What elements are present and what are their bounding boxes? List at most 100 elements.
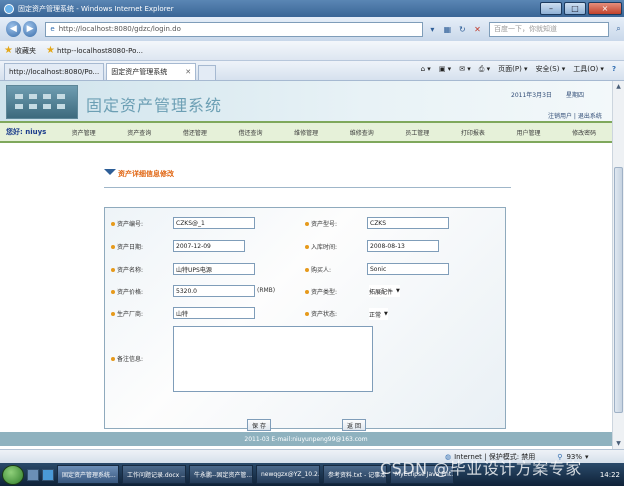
task-ie[interactable]: 固定资产管理系统... (57, 465, 119, 484)
asset-model-field[interactable]: CZKS (367, 217, 449, 229)
menu-repair-query[interactable]: 维修查询 (334, 128, 390, 137)
home-icon[interactable]: ⌂ ▾ (421, 65, 431, 73)
search-input[interactable]: 百度一下，你就知道 (488, 21, 609, 37)
scroll-up-icon[interactable]: ▲ (613, 81, 624, 92)
tab-localhost[interactable]: http://localhost:8080/Po... (4, 63, 105, 80)
asset-edit-form: 资产编号: CZKS@_1 资产型号: CZKS 资产日期: 2007-12-0… (104, 207, 506, 431)
page-menu[interactable]: 页面(P) ▾ (498, 64, 527, 74)
scroll-down-icon[interactable]: ▼ (613, 438, 624, 449)
vendor-label: 生产厂商: (111, 309, 143, 318)
task-word[interactable]: 工作问题记录.docx ... (122, 465, 186, 484)
vendor-field[interactable]: 山特 (173, 307, 255, 319)
store-date-field[interactable]: 2008-08-13 (367, 240, 439, 252)
type-select[interactable]: 拓展配件 ▼ (369, 285, 400, 297)
ie-logo-icon (4, 3, 14, 14)
tab-close-icon[interactable]: ✕ (185, 68, 191, 76)
refresh-icon[interactable]: ↻ (457, 23, 468, 35)
quicklaunch-desktop-icon[interactable] (27, 468, 39, 481)
status-select[interactable]: 正常 ▼ (369, 308, 388, 320)
close-button[interactable]: × (588, 2, 622, 15)
system-tray: 14:22 (600, 466, 620, 483)
chevron-down-icon: ▼ (396, 288, 400, 294)
web-page: 固定资产管理系统 2011年3月3日 星期四 注销用户 | 退出系统 您好: n… (0, 81, 624, 449)
chevron-down-icon: ▼ (384, 311, 388, 317)
asset-date-field[interactable]: 2007-12-09 (173, 240, 245, 252)
status-select-value: 正常 (369, 311, 382, 319)
task-doc[interactable]: 牛永鹏--固定资产管... (189, 465, 253, 484)
back-nav-icon[interactable]: ◀ (6, 21, 21, 37)
tab-label: 固定资产管理系统 (111, 68, 168, 76)
asset-model-label: 资产型号: (305, 219, 337, 228)
asset-date-label: 资产日期: (111, 242, 143, 251)
save-button[interactable]: 保 存 (247, 419, 271, 431)
chevron-down-icon[interactable]: ▾ (585, 453, 589, 461)
tab-asset-system[interactable]: 固定资产管理系统 ✕ (106, 63, 197, 80)
menu-asset-manage[interactable]: 资产管理 (56, 128, 112, 137)
star-icon: ★ (4, 45, 13, 56)
forward-nav-icon[interactable]: ▶ (22, 21, 38, 37)
asset-no-field[interactable]: CZKS@_1 (173, 217, 255, 229)
header-links[interactable]: 注销用户 | 退出系统 (548, 111, 602, 120)
section-divider (104, 187, 511, 188)
safety-menu[interactable]: 安全(S) ▾ (536, 64, 566, 74)
minimize-button[interactable]: – (540, 2, 562, 15)
favorites-label: 收藏夹 (14, 46, 36, 55)
csdn-watermark: CSDN @毕业设计方案专家 (380, 459, 582, 478)
clock[interactable]: 14:22 (600, 471, 620, 479)
menu-print-report[interactable]: 打印报表 (445, 128, 501, 137)
quicklaunch-ie-icon[interactable] (42, 468, 54, 481)
new-tab-button[interactable] (198, 65, 217, 80)
buyer-label: 购买人: (305, 265, 331, 274)
stop-icon[interactable]: ✕ (472, 23, 483, 35)
back-button[interactable]: 返 回 (342, 419, 366, 431)
address-url: http://localhost:8080/gdzc/login.do (58, 25, 181, 33)
asset-name-label: 资产名称: (111, 265, 143, 274)
ie-window: 固定资产管理系统 - Windows Internet Explorer – □… (0, 0, 624, 486)
menu-change-password[interactable]: 修改密码 (556, 128, 612, 137)
favorites-item-label: http--localhost8080-Po... (56, 46, 143, 55)
vertical-scrollbar[interactable]: ▲ ▼ (612, 81, 624, 449)
type-label: 资产类型: (305, 287, 337, 296)
menu-staff-manage[interactable]: 员工管理 (390, 128, 446, 137)
user-greeting: 您好: niuys (6, 128, 47, 136)
maximize-button[interactable]: □ (564, 2, 586, 15)
task-putty[interactable]: newqgzx@YZ_10.2... (256, 465, 320, 484)
header-weekday: 星期四 (566, 92, 585, 99)
main-menu: 您好: niuys 资产管理 资产查询 借还管理 借还查询 维修管理 维修查询 … (0, 121, 612, 143)
store-date-label: 入库时间: (305, 242, 337, 251)
remark-textarea[interactable] (173, 326, 373, 392)
menu-borrow-query[interactable]: 借还查询 (223, 128, 279, 137)
title-bar: 固定资产管理系统 - Windows Internet Explorer – □… (0, 0, 624, 17)
menu-borrow-manage[interactable]: 借还管理 (167, 128, 223, 137)
compat-view-icon[interactable]: ▦ (442, 23, 453, 35)
menu-repair-manage[interactable]: 维修管理 (278, 128, 334, 137)
site-footer: 2011-03 E-mail:niuyunpeng99@163.com (0, 432, 612, 446)
tools-menu[interactable]: 工具(O) ▾ (573, 64, 604, 74)
dropdown-icon[interactable]: ▾ (427, 23, 438, 35)
remark-label: 备注信息: (111, 354, 143, 363)
building-logo-icon (6, 85, 78, 119)
search-icon[interactable]: ⌕ (613, 23, 624, 35)
tab-row: http://localhost:8080/Po... 固定资产管理系统 ✕ ⌂… (0, 61, 624, 81)
type-select-value: 拓展配件 (369, 288, 394, 296)
asset-name-field[interactable]: 山特UPS电源 (173, 263, 255, 275)
mail-icon[interactable]: ✉ ▾ (459, 65, 471, 73)
asset-no-label: 资产编号: (111, 219, 143, 228)
site-header: 固定资产管理系统 2011年3月3日 星期四 注销用户 | 退出系统 (0, 81, 612, 121)
header-date: 2011年3月3日 (511, 92, 552, 99)
section-title: 资产详细信息修改 (118, 170, 174, 178)
menu-user-manage[interactable]: 用户管理 (501, 128, 557, 137)
start-button[interactable] (2, 464, 24, 485)
favorites-button[interactable]: ★ 收藏夹 (4, 45, 36, 56)
help-icon[interactable]: ? (612, 65, 616, 73)
favorites-item[interactable]: ★ http--localhost8080-Po... (46, 45, 143, 56)
scroll-thumb[interactable] (614, 167, 623, 413)
price-field[interactable]: 5320.0 (173, 285, 255, 297)
window-title: 固定资产管理系统 - Windows Internet Explorer (18, 4, 174, 13)
print-icon[interactable]: ⎙ ▾ (479, 65, 490, 74)
feeds-icon[interactable]: ▣ ▾ (439, 65, 451, 73)
address-bar[interactable]: e http://localhost:8080/gdzc/login.do (45, 21, 423, 37)
buyer-field[interactable]: Sonic (367, 263, 449, 275)
menu-asset-query[interactable]: 资产查询 (111, 128, 167, 137)
task-notepad[interactable]: 参考资料.txt - 记事本 (323, 465, 387, 484)
